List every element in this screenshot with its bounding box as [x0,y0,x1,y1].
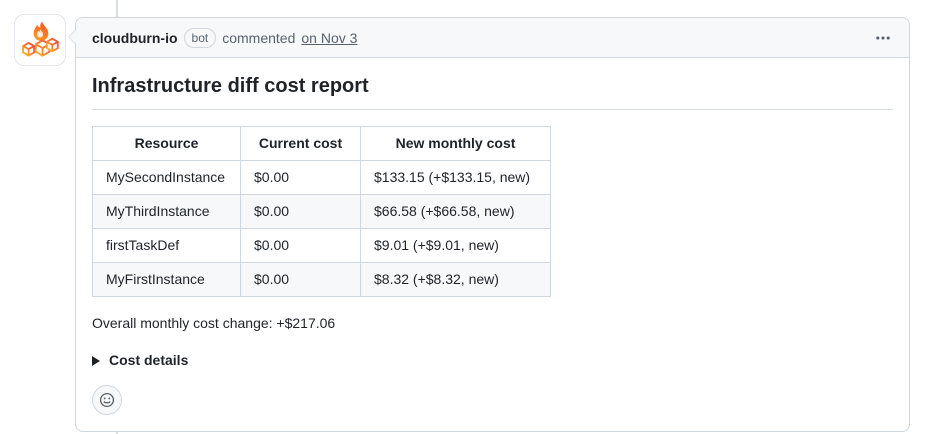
column-header-resource: Resource [93,127,241,161]
resource-cell: MySecondInstance [93,161,241,195]
action-text: commented [222,30,295,46]
comment-card: cloudburn-io bot commented on Nov 3 Infr… [75,17,910,432]
current-cost-cell: $0.00 [241,263,361,297]
timestamp-link[interactable]: on Nov 3 [301,30,357,46]
comment-options-button[interactable] [873,26,893,50]
report-title: Infrastructure diff cost report [92,74,893,110]
table-row: MyFirstInstance $0.00 $8.32 (+$8.32, new… [93,263,551,297]
table-row: firstTaskDef $0.00 $9.01 (+$9.01, new) [93,229,551,263]
current-cost-cell: $0.00 [241,229,361,263]
table-row: MySecondInstance $0.00 $133.15 (+$133.15… [93,161,551,195]
new-cost-cell: $133.15 (+$133.15, new) [361,161,551,195]
disclosure-triangle-icon [92,356,100,366]
new-cost-cell: $9.01 (+$9.01, new) [361,229,551,263]
bot-badge: bot [184,28,217,48]
column-header-current-cost: Current cost [241,127,361,161]
smiley-icon [99,392,115,408]
new-cost-cell: $66.58 (+$66.58, new) [361,195,551,229]
table-header-row: Resource Current cost New monthly cost [93,127,551,161]
cost-details-summary[interactable]: Cost details [92,350,893,371]
author-link[interactable]: cloudburn-io [92,30,178,46]
column-header-new-monthly-cost: New monthly cost [361,127,551,161]
cost-details-label: Cost details [109,350,188,371]
cost-details-disclosure: Cost details [92,350,893,371]
bot-avatar[interactable] [14,14,66,66]
speech-caret-fill [69,29,77,45]
kebab-menu-icon [875,30,891,46]
cloudburn-logo-icon [18,18,62,62]
resource-cell: MyThirdInstance [93,195,241,229]
resource-cell: MyFirstInstance [93,263,241,297]
new-cost-cell: $8.32 (+$8.32, new) [361,263,551,297]
table-row: MyThirdInstance $0.00 $66.58 (+$66.58, n… [93,195,551,229]
current-cost-cell: $0.00 [241,195,361,229]
add-reaction-button[interactable] [92,385,122,415]
cost-table: Resource Current cost New monthly cost M… [92,126,551,297]
current-cost-cell: $0.00 [241,161,361,195]
comment-body: Infrastructure diff cost report Resource… [76,58,909,431]
comment-header: cloudburn-io bot commented on Nov 3 [76,18,909,58]
overall-cost-change: Overall monthly cost change: +$217.06 [92,313,893,334]
resource-cell: firstTaskDef [93,229,241,263]
